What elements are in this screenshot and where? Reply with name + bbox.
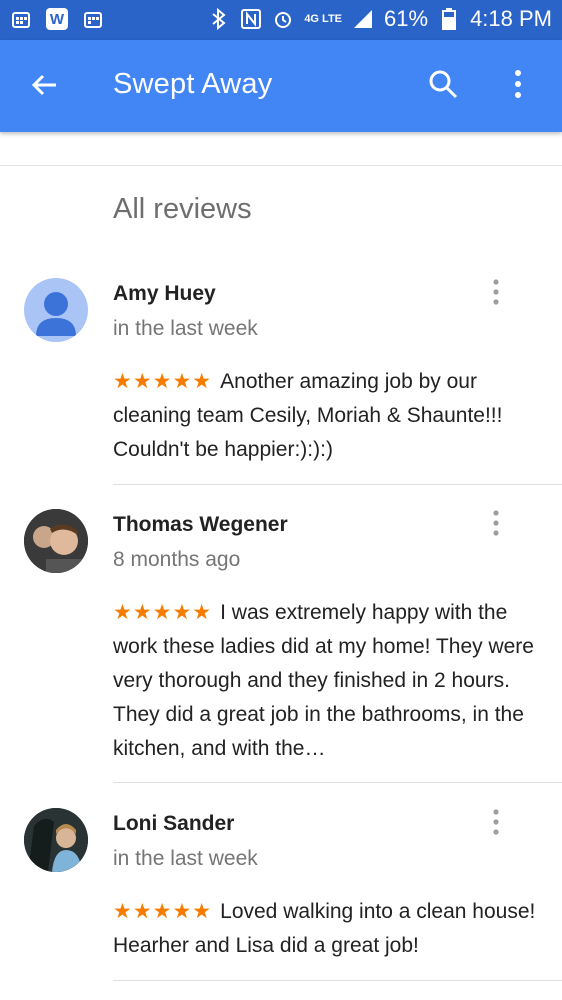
more-vert-icon — [493, 809, 499, 835]
person-icon — [36, 292, 76, 336]
app-title: Swept Away — [113, 68, 273, 100]
divider — [113, 980, 562, 981]
more-vert-icon — [515, 70, 521, 98]
divider — [113, 782, 562, 783]
review-time: in the last week — [113, 317, 258, 340]
avatar — [24, 509, 88, 573]
divider — [113, 484, 562, 485]
review-text: ★★★★★ Another amazing job by our cleaning… — [113, 365, 538, 467]
profile-photo-icon — [24, 509, 88, 573]
battery-icon — [438, 8, 460, 30]
nfc-icon — [240, 8, 262, 30]
calendar-icon — [82, 8, 104, 30]
star-rating: ★★★★★ — [113, 370, 213, 393]
search-button[interactable] — [427, 68, 459, 100]
divider — [0, 165, 562, 166]
avatar — [24, 808, 88, 872]
app-bar: Swept Away — [0, 40, 562, 132]
review-time: in the last week — [113, 847, 258, 870]
battery-percent: 61% — [384, 6, 429, 31]
signal-icon — [352, 8, 374, 30]
avatar — [24, 278, 88, 342]
reviewer-name[interactable]: Amy Huey — [113, 282, 216, 306]
word-app-icon: W — [46, 8, 68, 30]
bluetooth-icon — [208, 8, 230, 30]
review-text: ★★★★★ I was extremely happy with the work… — [113, 596, 538, 766]
review-body: I was extremely happy with the work thes… — [113, 601, 534, 760]
review-time: 8 months ago — [113, 548, 241, 571]
calendar-icon — [10, 8, 32, 30]
review-options-button[interactable] — [486, 808, 506, 836]
more-vert-icon — [493, 510, 499, 536]
reviewer-name[interactable]: Loni Sander — [113, 812, 234, 836]
review-text: ★★★★★ Loved walking into a clean house! H… — [113, 895, 538, 963]
more-options-button[interactable] — [505, 68, 531, 100]
review-options-button[interactable] — [486, 278, 506, 306]
back-arrow-icon — [31, 74, 56, 96]
star-rating: ★★★★★ — [113, 900, 213, 923]
clock: 4:18 PM — [470, 6, 552, 31]
back-button[interactable] — [28, 68, 62, 102]
section-title: All reviews — [113, 193, 252, 225]
profile-photo-icon — [24, 808, 88, 872]
alarm-icon — [272, 8, 294, 30]
network-type: 4G LTE — [304, 13, 343, 25]
more-vert-icon — [493, 279, 499, 305]
reviewer-name[interactable]: Thomas Wegener — [113, 513, 288, 537]
status-bar: W 4G LTE 61% 4:18 PM — [0, 0, 562, 40]
review-options-button[interactable] — [486, 509, 506, 537]
search-icon — [429, 70, 458, 99]
star-rating: ★★★★★ — [113, 601, 213, 624]
